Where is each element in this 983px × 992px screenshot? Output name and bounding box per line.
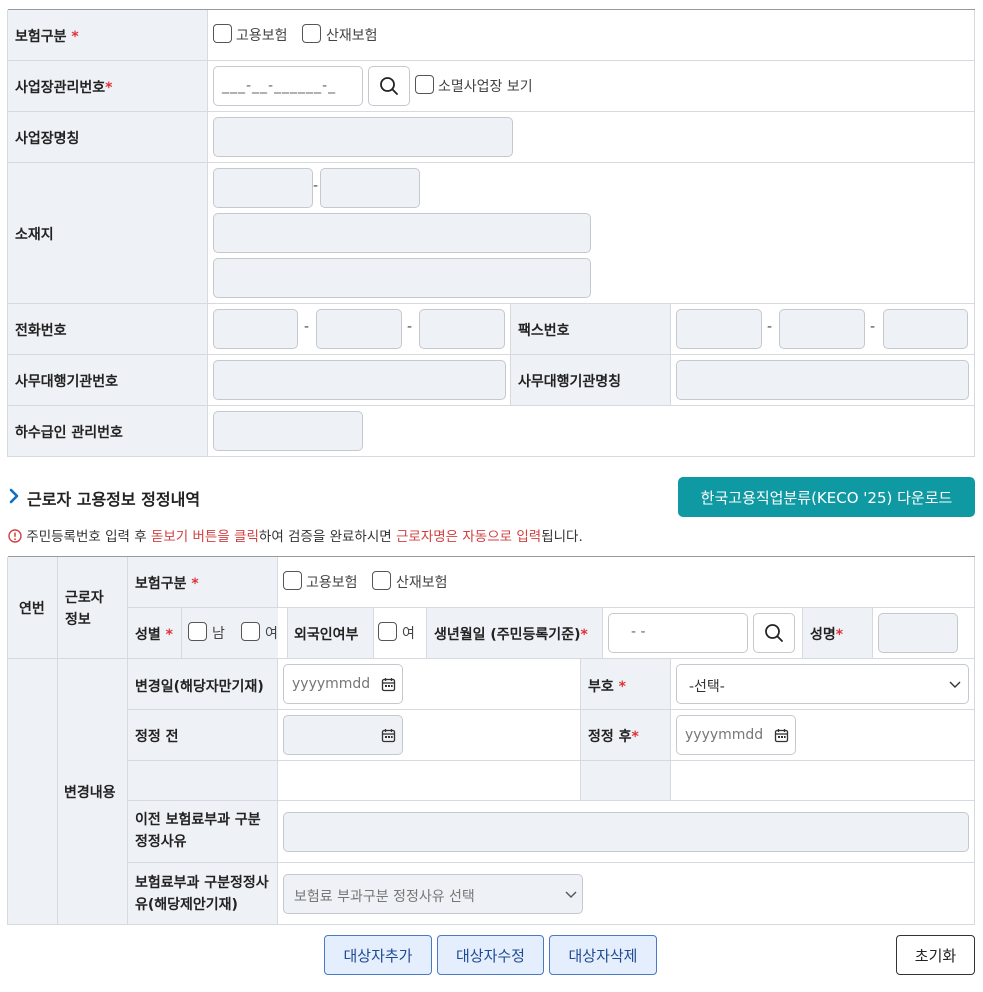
- fax-dash-2: -: [870, 319, 876, 335]
- company-name-label: 사업장명칭: [15, 131, 80, 147]
- worker-info-label: 근로자 정보: [65, 590, 104, 628]
- phone-dash-2: -: [407, 319, 413, 335]
- phone-3-input[interactable]: [419, 309, 505, 349]
- employment-insurance-label: 고용보험: [236, 28, 288, 44]
- worker-employment-insurance-checkbox[interactable]: [283, 571, 302, 590]
- phone-1-input[interactable]: [213, 309, 298, 349]
- accident-insurance-checkbox[interactable]: [302, 24, 321, 43]
- after-date-input[interactable]: yyyymmdd: [676, 715, 796, 755]
- reset-button[interactable]: 초기화: [896, 935, 975, 975]
- after-date-placeholder: yyyymmdd: [685, 727, 764, 743]
- notice-text: 주민등록번호 입력 후 돋보기 버튼을 클릭하여 검증을 완료하시면 근로자명은…: [8, 525, 583, 545]
- worker-accident-insurance-label: 산재보험: [396, 575, 448, 591]
- change-date-placeholder: yyyymmdd: [292, 676, 371, 692]
- fax-1-input[interactable]: [676, 309, 762, 349]
- section-title: 근로자 고용정보 정정내역: [27, 490, 201, 509]
- foreigner-option-label: 여: [402, 626, 415, 642]
- worker-accident-insurance-checkbox[interactable]: [372, 571, 391, 590]
- gender-female-checkbox[interactable]: [241, 622, 260, 641]
- calendar-icon[interactable]: [381, 728, 396, 743]
- code-label: 부호 *: [588, 679, 626, 695]
- insurance-type-label: 보험구분 *: [15, 29, 79, 45]
- zip-code-1-input[interactable]: [213, 168, 313, 208]
- show-closed-label: 소멸사업장 보기: [438, 79, 533, 95]
- before-date-input[interactable]: [283, 715, 403, 755]
- keco-download-button[interactable]: 한국고용직업분류(KECO '25) 다운로드: [678, 477, 975, 517]
- mgmt-no-input[interactable]: ___-__-______-_: [213, 66, 363, 106]
- gender-label: 성별 *: [135, 627, 173, 643]
- mgmt-no-placeholder: ___-__-______-_: [222, 78, 337, 94]
- code-select-value: -선택-: [689, 679, 725, 695]
- fax-3-input[interactable]: [883, 309, 968, 349]
- search-icon: [765, 624, 783, 642]
- mgmt-no-search-button[interactable]: [368, 66, 410, 106]
- calendar-icon[interactable]: [774, 728, 789, 743]
- notice-part-3: 하여 검증을 완료하시면: [258, 529, 396, 545]
- address-1-input[interactable]: [213, 213, 591, 253]
- change-date-input[interactable]: yyyymmdd: [283, 664, 403, 704]
- seq-label: 연번: [19, 601, 45, 617]
- sub-mgmt-label: 하수급인 관리번호: [15, 425, 123, 441]
- birth-placeholder: - -: [631, 624, 646, 640]
- agency-name-label: 사무대행기관명칭: [518, 374, 622, 390]
- fax-label: 팩스번호: [518, 323, 570, 339]
- foreigner-checkbox[interactable]: [378, 622, 397, 641]
- prev-reason-input[interactable]: [283, 812, 969, 852]
- birth-input[interactable]: - -: [608, 613, 748, 653]
- delete-worker-button[interactable]: 대상자삭제: [549, 935, 657, 975]
- before-label: 정정 전: [135, 729, 179, 745]
- birth-label: 생년월일 (주민등록기준)*: [434, 627, 588, 643]
- warning-circle-icon: [8, 529, 22, 543]
- fax-dash-1: -: [767, 319, 773, 335]
- after-label: 정정 후*: [588, 729, 639, 745]
- birth-search-button[interactable]: [753, 613, 795, 653]
- worker-insurance-type-label: 보험구분 *: [135, 576, 199, 592]
- zip-dash: -: [313, 178, 319, 194]
- chevron-down-icon: [565, 891, 577, 898]
- employment-insurance-checkbox[interactable]: [213, 24, 232, 43]
- notice-part-2: 돋보기 버튼을 클릭: [150, 529, 259, 545]
- agency-no-label: 사무대행기관번호: [15, 374, 119, 390]
- gender-female-label: 여: [265, 626, 278, 642]
- show-closed-checkbox[interactable]: [415, 75, 434, 94]
- address-2-input[interactable]: [213, 258, 591, 298]
- worker-employment-insurance-label: 고용보험: [306, 575, 358, 591]
- reason-select[interactable]: 보험료 부과구분 정정사유 선택: [283, 874, 583, 914]
- chevron-down-icon: [949, 681, 961, 688]
- accident-insurance-label: 산재보험: [326, 28, 378, 44]
- notice-part-4: 근로자명은 자동으로 입력: [395, 529, 542, 545]
- reason-label: 보험료부과 구분정정사 유(해당제안기재): [135, 875, 269, 913]
- gender-male-checkbox[interactable]: [188, 622, 207, 641]
- code-select[interactable]: -선택-: [676, 664, 969, 704]
- phone-label: 전화번호: [15, 323, 67, 339]
- worker-name-label: 성명*: [810, 627, 844, 643]
- prev-reason-label: 이전 보험료부과 구분 정정사유: [135, 812, 261, 850]
- worker-name-input[interactable]: [878, 613, 958, 653]
- change-content-label: 변경내용: [64, 785, 116, 801]
- agency-no-input[interactable]: [213, 360, 506, 400]
- fax-2-input[interactable]: [779, 309, 865, 349]
- zip-code-2-input[interactable]: [320, 168, 420, 208]
- change-date-label: 변경일(해당자만기재): [135, 679, 264, 695]
- sub-mgmt-input[interactable]: [213, 411, 363, 451]
- search-icon: [380, 77, 398, 95]
- phone-2-input[interactable]: [316, 309, 402, 349]
- edit-worker-button[interactable]: 대상자수정: [437, 935, 544, 975]
- calendar-icon[interactable]: [381, 677, 396, 692]
- notice-part-1: 주민등록번호 입력 후: [26, 529, 151, 545]
- gender-male-label: 남: [212, 626, 225, 642]
- foreigner-label: 외국인여부: [294, 627, 359, 643]
- address-label: 소재지: [15, 227, 54, 243]
- phone-dash-1: -: [304, 319, 310, 335]
- reason-select-value: 보험료 부과구분 정정사유 선택: [294, 889, 475, 905]
- notice-part-5: 됩니다.: [541, 529, 583, 545]
- agency-name-input[interactable]: [676, 360, 969, 400]
- company-name-input[interactable]: [213, 117, 513, 157]
- add-worker-button[interactable]: 대상자추가: [324, 935, 432, 975]
- mgmt-no-label: 사업장관리번호*: [15, 80, 113, 96]
- chevron-right-icon: [9, 488, 19, 504]
